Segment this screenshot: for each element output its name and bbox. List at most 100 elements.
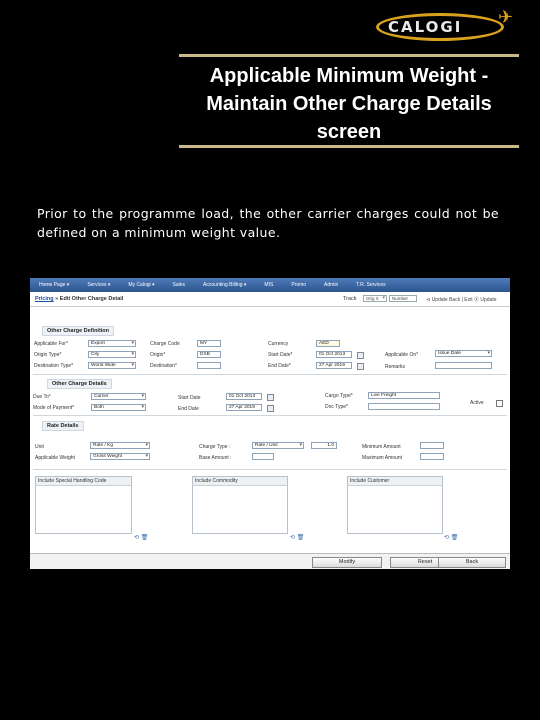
cargo-type-field[interactable]: Live Freight [368, 392, 440, 399]
breadcrumb-link[interactable]: Pricing [35, 296, 54, 302]
base-amount-field[interactable] [252, 453, 274, 460]
special-handling-table[interactable]: Include Special Handling Code [35, 476, 132, 534]
title-line: Maintain Other Charge Details [206, 93, 492, 115]
menu-item[interactable]: MIS [255, 282, 282, 288]
end-date-field[interactable]: 27 Apr 2019 [316, 362, 352, 369]
applicable-for-select[interactable]: Export [88, 340, 136, 347]
divider [33, 469, 507, 470]
destination-type-select[interactable]: World Wide [88, 362, 136, 369]
section-other-charge-definition: Other Charge Definition [42, 326, 115, 336]
remarks-field[interactable] [435, 362, 492, 369]
customer-header: Include Customer [348, 477, 442, 486]
customer-table[interactable]: Include Customer [347, 476, 443, 534]
back-button[interactable]: Back [438, 557, 506, 568]
destination-label: Destination* [150, 363, 177, 369]
origin-field[interactable]: DXB [197, 351, 221, 358]
start-date-label: Start Date* [268, 352, 293, 358]
title-line: Applicable Minimum Weight - [209, 65, 489, 87]
title-bottom-rule [179, 145, 519, 148]
charge-value-field[interactable]: 1.0 [311, 442, 337, 449]
calendar-icon[interactable] [267, 405, 274, 412]
table-action-icons[interactable]: ⟲ 🗑 [444, 534, 458, 541]
destination-type-label: Destination Type* [34, 363, 74, 369]
special-handling-header: Include Special Handling Code [36, 477, 131, 486]
modify-button[interactable]: Modify [312, 557, 382, 568]
breadcrumb: Pricing » Edit Other Charge Detail [35, 296, 123, 302]
unit-select[interactable]: Rate / Kg [90, 442, 150, 449]
description-paragraph: Prior to the programme load, the other c… [37, 206, 499, 240]
doc-type-field[interactable] [368, 403, 440, 410]
doc-type-label: Doc Type* [325, 404, 348, 410]
currency-field[interactable]: AED [316, 340, 340, 347]
unit-label: Unit [35, 444, 44, 450]
minimum-amount-field[interactable] [420, 442, 444, 449]
start-date-field[interactable]: 01 Oct 2013 [316, 351, 352, 358]
origin-type-label: Origin Type* [34, 352, 62, 358]
due-to-label: Due To* [33, 394, 51, 400]
breadcrumb-current: » Edit Other Charge Detail [53, 296, 124, 302]
due-to-select[interactable]: Carrier [91, 393, 146, 400]
applicable-weight-label: Applicable Weight [35, 455, 75, 461]
menu-item[interactable]: Services ▾ [78, 282, 119, 288]
track-type-select[interactable]: Orig X [363, 295, 387, 302]
cargo-type-label: Cargo Type* [325, 393, 353, 399]
destination-field[interactable] [197, 362, 221, 369]
currency-label: Currency [268, 341, 289, 347]
detail-end-date-field[interactable]: 27 Apr 2019 [226, 404, 262, 411]
menu-item[interactable]: Promo [282, 282, 315, 288]
origin-label: Origin* [150, 352, 166, 358]
title-top-rule [179, 54, 519, 57]
applicable-weight-select[interactable]: Gross Weight [90, 453, 150, 460]
airplane-icon: ✈ [498, 7, 514, 28]
table-action-icons[interactable]: ⟲ 🗑 [290, 534, 304, 541]
detail-start-date-field[interactable]: 01 Oct 2013 [226, 393, 262, 400]
applicable-on-select[interactable]: Issue Date [435, 350, 492, 357]
action-button-bar: Modify Reset Back [30, 553, 510, 569]
page-nav-links[interactable]: ⊲ Update Back | Exit Ⓧ Update [426, 296, 497, 303]
calendar-icon[interactable] [267, 394, 274, 401]
minimum-amount-label: Minimum Amount [362, 444, 401, 450]
divider [33, 374, 507, 375]
calendar-icon[interactable] [357, 352, 364, 359]
maximum-amount-label: Maximum Amount [362, 455, 403, 461]
menu-item[interactable]: Accounting Billing ▾ [194, 282, 255, 288]
applicable-for-label: Applicable For* [34, 341, 68, 347]
divider [33, 415, 507, 416]
end-date-label: End Date* [268, 363, 291, 369]
charge-code-label: Charge Code [150, 341, 180, 347]
title-line: screen [316, 121, 382, 143]
track-label: Track [343, 296, 357, 302]
menu-item[interactable]: Sales [164, 282, 195, 288]
detail-end-date-label: End Date [178, 406, 199, 412]
mode-of-payment-label: Mode of Payment* [33, 405, 75, 411]
origin-type-select[interactable]: City [88, 351, 136, 358]
logo-text: CALOGI [388, 18, 463, 36]
menu-item[interactable]: Admin [315, 282, 347, 288]
active-label: Active [470, 400, 484, 406]
charge-type-select[interactable]: Rate / Unit [252, 442, 304, 449]
detail-start-date-label: Start Date [178, 395, 201, 401]
commodity-header: Include Commodity [193, 477, 287, 486]
maximum-amount-field[interactable] [420, 453, 444, 460]
applicable-on-label: Applicable On* [385, 352, 419, 358]
section-rate-details: Rate Details [42, 421, 84, 431]
commodity-table[interactable]: Include Commodity [192, 476, 288, 534]
base-amount-label: Base Amount : [199, 455, 232, 461]
calogi-logo: CALOGI ✈ [376, 7, 524, 45]
main-menu-bar: Home Page ▾ Services ▾ My Calogi ▾ Sales… [30, 278, 510, 292]
menu-item[interactable]: My Calogi ▾ [119, 282, 163, 288]
slide-title: Applicable Minimum Weight - Maintain Oth… [179, 62, 519, 146]
calendar-icon[interactable] [357, 363, 364, 370]
mode-of-payment-select[interactable]: Both [91, 404, 146, 411]
table-action-icons[interactable]: ⟲ 🗑 [134, 534, 148, 541]
section-other-charge-details: Other Charge Details [47, 379, 112, 389]
charge-code-field[interactable]: MY [197, 340, 221, 347]
breadcrumb-bar: Pricing » Edit Other Charge Detail Track… [30, 292, 510, 307]
track-number-input[interactable]: Number [389, 295, 417, 302]
menu-item[interactable]: Home Page ▾ [30, 282, 78, 288]
menu-item[interactable]: T.R. Services [347, 282, 394, 288]
app-screenshot: Home Page ▾ Services ▾ My Calogi ▾ Sales… [30, 278, 510, 569]
remarks-label: Remarks [385, 364, 406, 370]
active-checkbox[interactable] [496, 400, 503, 407]
charge-type-label: Charge Type : [199, 444, 231, 450]
